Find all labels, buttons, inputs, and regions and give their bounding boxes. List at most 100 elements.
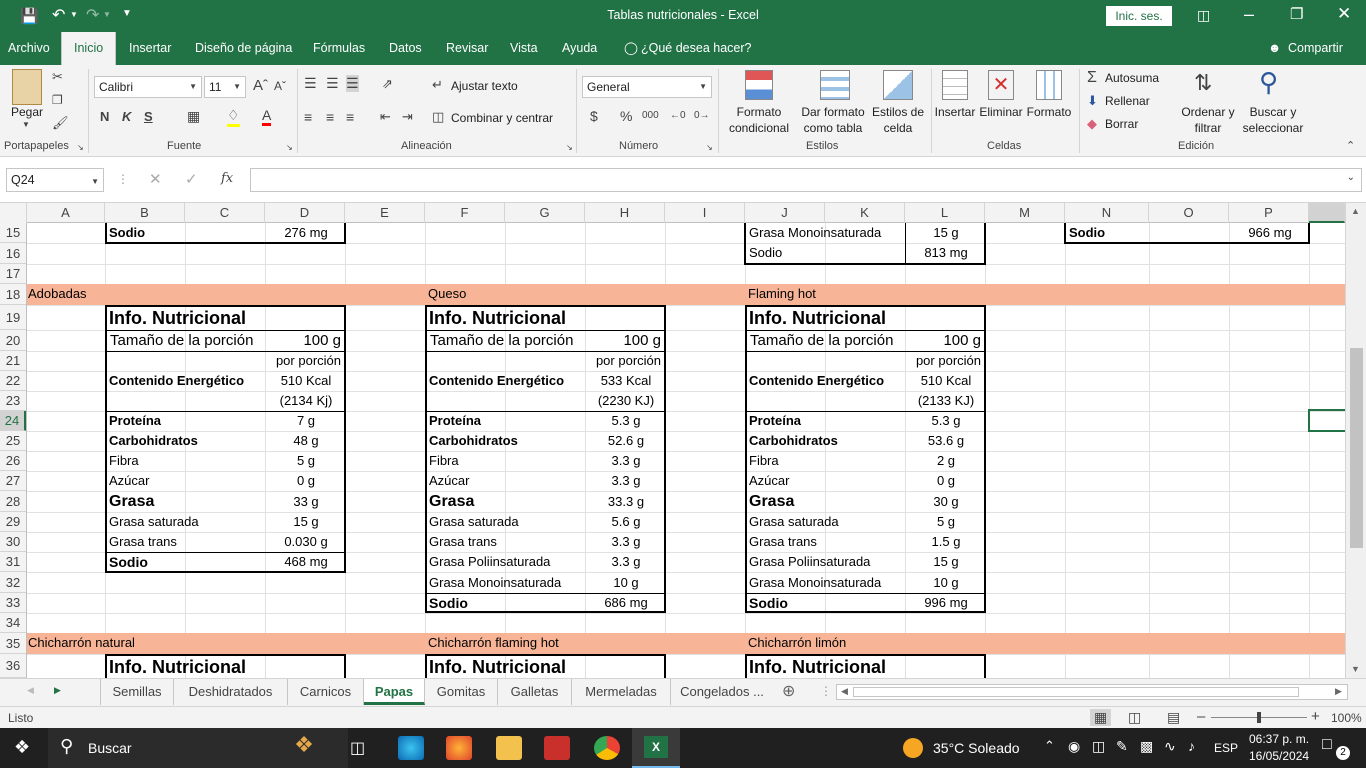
t1-sugar-label[interactable]: Azúcar [106,471,266,491]
t2-fiber[interactable]: 3.3 g [586,451,666,471]
cancel-entry-icon[interactable]: ✕ [149,170,162,188]
cell-l16[interactable]: 813 mg [906,243,986,264]
weather-sun-icon[interactable] [903,738,923,758]
share-button[interactable]: Compartir [1288,32,1343,65]
pen-icon[interactable]: ✎ [1116,738,1128,755]
t2-polyfat[interactable]: 3.3 g [586,552,666,572]
t2-fiber-label[interactable]: Fibra [426,451,586,471]
row-header[interactable]: 18 [0,284,26,305]
wrap-text-icon[interactable]: ↵ [432,77,443,93]
t1-fat-label[interactable]: Grasa [106,491,266,512]
t2-sugar-label[interactable]: Azúcar [426,471,586,491]
t3-sugar[interactable]: 0 g [906,471,986,491]
cell-styles-button-l2[interactable]: celda [869,121,927,136]
t3-carbs-label[interactable]: Carbohidratos [746,431,906,451]
t1-protein[interactable]: 7 g [266,411,346,431]
insert-cells-icon[interactable] [942,70,968,100]
col-header-l[interactable]: L [905,203,985,223]
normal-view-icon[interactable]: ▦ [1090,709,1112,726]
t2-sugar[interactable]: 3.3 g [586,471,666,491]
meet-icon[interactable]: ◫ [1092,738,1105,755]
chrome-icon[interactable] [594,736,620,760]
t3-sodium[interactable]: 996 mg [906,593,986,613]
select-all-corner[interactable] [0,203,27,223]
close-icon[interactable]: ✕ [1337,4,1351,24]
firefox-icon[interactable] [446,736,472,760]
wifi-icon[interactable]: ∿ [1164,738,1176,755]
row-header[interactable]: 17 [0,264,26,284]
notifications-icon[interactable]: □ [1322,736,1332,754]
t3-carbs[interactable]: 53.6 g [906,431,986,451]
t5-info-title[interactable]: Info. Nutricional [426,655,664,678]
col-header-a[interactable]: A [27,203,105,223]
format-painter-icon[interactable]: 🖌 [52,115,69,131]
t3-kcal[interactable]: 510 Kcal [906,371,986,391]
vertical-scroll-thumb[interactable] [1350,348,1363,548]
t1-protein-label[interactable]: Proteína [106,411,266,431]
t3-polyfat-label[interactable]: Grasa Poliinsaturada [746,552,906,572]
t6-info-title[interactable]: Info. Nutricional [746,655,984,678]
find-search-icon[interactable]: ⚲ [1259,67,1278,98]
t3-portion-label[interactable]: Tamaño de la porción [747,330,907,351]
row-header[interactable]: 25 [0,431,26,451]
page-break-icon[interactable]: ▤ [1167,709,1180,726]
sheet-tab-semillas[interactable]: Semillas [101,679,174,705]
cell-j15[interactable]: Grasa Monoinsaturada [746,223,906,243]
save-icon[interactable]: 💾 [20,7,39,25]
minimize-icon[interactable]: – [1244,4,1254,25]
col-header-g[interactable]: G [505,203,585,223]
vertical-scrollbar[interactable]: ▲ ▼ [1345,203,1366,678]
t3-fiber-label[interactable]: Fibra [746,451,906,471]
format-cells-button[interactable]: Formato [1026,105,1072,120]
redo-dropdown-icon[interactable]: ▼ [103,10,111,19]
page-layout-icon[interactable]: ◫ [1128,709,1141,726]
insert-cells-button[interactable]: Insertar [932,105,978,120]
col-header-p[interactable]: P [1229,203,1309,223]
sheet-tab-deshidratados[interactable]: Deshidratados [174,679,288,705]
tab-diseno[interactable]: Diseño de página [195,32,292,65]
t2-portion-label[interactable]: Tamaño de la porción [427,330,587,351]
italic-icon[interactable]: K [122,109,131,124]
ribbon-display-icon[interactable]: ◫ [1197,7,1210,24]
decrease-indent-icon[interactable]: ⇤ [380,109,391,125]
t3-fat[interactable]: 30 g [906,491,986,512]
cut-icon[interactable]: ✂ [52,69,63,85]
t2-info-title[interactable]: Info. Nutricional [426,306,664,330]
font-size-select[interactable]: 11 ▼ [204,76,246,98]
delete-cells-icon[interactable]: ✕ [988,70,1014,100]
t3-transfat-label[interactable]: Grasa trans [746,532,906,552]
t3-monofat-label[interactable]: Grasa Monoinsaturada [746,572,906,593]
clear-button[interactable]: Borrar [1105,117,1138,132]
selected-cell-q24[interactable] [1308,409,1345,432]
tab-archivo[interactable]: Archivo [8,32,50,65]
col-header-k[interactable]: K [825,203,905,223]
t2-portion-value[interactable]: 100 g [586,330,665,351]
scroll-down-icon[interactable]: ▼ [1351,664,1360,674]
tab-inicio[interactable]: Inicio [61,32,117,65]
t1-sodium[interactable]: 468 mg [266,552,346,572]
t1-per-portion[interactable]: por porción [226,351,345,371]
col-header-b[interactable]: B [105,203,185,223]
t1-info-title[interactable]: Info. Nutricional [106,306,344,330]
edge-icon[interactable] [398,736,424,760]
search-highlight-taco-icon[interactable]: ❖ [264,732,344,764]
increase-indent-icon[interactable]: ⇥ [402,109,413,125]
bold-icon[interactable]: N [100,109,109,124]
scroll-right-icon[interactable]: ▶ [1335,686,1342,697]
row-header[interactable]: 28 [0,491,26,512]
expand-formula-icon[interactable]: ⌄ [1347,172,1355,183]
row-header[interactable]: 31 [0,552,26,572]
section-title-chicharron-natural[interactable]: Chicharrón natural [28,633,328,654]
row-header[interactable]: 30 [0,532,26,552]
row-header[interactable]: 35 [0,633,26,654]
align-top-icon[interactable]: ☰ [304,75,317,92]
font-name-select[interactable]: Calibri ▼ [94,76,202,98]
col-header-h[interactable]: H [585,203,665,223]
weather-label[interactable]: 35°C Soleado [933,740,1020,756]
underline-icon[interactable]: S [144,109,153,124]
sort-filter-button-l2[interactable]: filtrar [1178,121,1238,136]
tab-split-icon[interactable]: ⋮ [820,684,832,698]
t1-carbs-label[interactable]: Carbohidratos [106,431,266,451]
col-header-e[interactable]: E [345,203,425,223]
t2-energy-label[interactable]: Contenido Energético [426,371,586,391]
